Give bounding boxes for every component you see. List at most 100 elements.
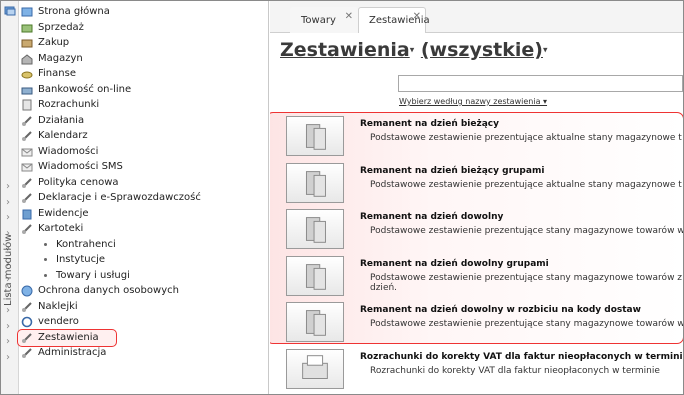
tab-bar: Towary ✕ Zestawienia ✕: [270, 1, 683, 33]
report-description: Rozrachunki do korekty VAT dla faktur ni…: [370, 365, 660, 376]
sidebar-item-ochrona-danych[interactable]: Ochrona danych osobowych: [21, 283, 267, 299]
sidebar-item-label: Magazyn: [38, 52, 83, 64]
sidebar-item-label: Ewidencje: [38, 207, 89, 219]
sidebar-item-label: Wiadomości: [38, 145, 99, 157]
sidebar-item-label: Deklaracje i e-Sprawozdawczość: [38, 192, 201, 203]
main-area: Towary ✕ Zestawienia ✕ Zestawienia▾ (wsz…: [270, 1, 683, 394]
sidebar-item-kalendarz[interactable]: Kalendarz: [21, 128, 267, 144]
sidebar-item-label: Kartoteki: [38, 223, 84, 234]
calendar-icon: [22, 131, 32, 141]
sidebar-subitem-towary[interactable]: Towary i usługi: [21, 268, 267, 284]
sidebar-item-dzialania[interactable]: Działania: [21, 113, 267, 129]
reports-icon: [22, 332, 32, 343]
list-item[interactable]: Remanent na dzień dowolny w rozbiciu na …: [270, 297, 683, 344]
report-icon: [286, 116, 344, 156]
sidebar-item-deklaracje[interactable]: Deklaracje i e-Sprawozdawczość: [21, 190, 267, 206]
sidebar-item-ewidencje[interactable]: Ewidencje: [21, 206, 267, 222]
report-title: Remanent na dzień bieżący grupami: [360, 165, 545, 176]
sidebar-item-label: Finanse: [38, 68, 76, 79]
modules-icon: [4, 6, 16, 16]
chevron-down-icon[interactable]: ▾: [543, 46, 548, 56]
sidebar-item-naklejki[interactable]: Naklejki: [21, 299, 267, 315]
module-tree: Strona główna Sprzedaż Zakup Magazyn Fin…: [17, 4, 267, 361]
close-icon[interactable]: ✕: [413, 4, 421, 30]
page-title: Zestawienia▾ (wszystkie)▾: [280, 39, 548, 61]
sidebar-item-bankowosc[interactable]: Bankowość on-line: [21, 82, 267, 98]
report-icon: [286, 209, 344, 249]
sidebar-item-label: Towary i usługi: [56, 269, 130, 281]
report-title: Rozrachunki do korekty VAT dla faktur ni…: [360, 351, 683, 362]
list-item[interactable]: Rozrachunki do korekty VAT dla faktur ni…: [270, 344, 683, 391]
pricing-icon: [22, 177, 32, 188]
close-icon[interactable]: ✕: [345, 4, 353, 30]
stickers-icon: [22, 301, 32, 312]
sidebar-item-zestawienia[interactable]: Zestawienia: [17, 328, 267, 347]
bank-icon: [21, 87, 33, 94]
sidebar-item-sprzedaz[interactable]: Sprzedaż: [21, 20, 267, 36]
vendero-icon: [21, 316, 33, 328]
sidebar-item-label: Kontrahenci: [56, 238, 116, 250]
sidebar-item-rozrachunki[interactable]: Rozrachunki: [21, 97, 267, 113]
admin-icon: [22, 348, 32, 358]
sidebar-item-label: Sprzedaż: [38, 21, 84, 33]
report-title: Remanent na dzień bieżący: [360, 119, 500, 129]
sidebar-item-wiadomosci[interactable]: Wiadomości: [21, 144, 267, 160]
report-icon: [286, 302, 344, 342]
report-description: Podstawowe zestawienie prezentujące aktu…: [370, 133, 682, 143]
sidebar-item-label: Ochrona danych osobowych: [38, 285, 179, 296]
sidebar-item-zakup[interactable]: Zakup: [21, 35, 267, 51]
warehouse-icon: [21, 53, 33, 64]
sales-icon: [21, 24, 33, 32]
report-list: Remanent na dzień bieżący Podstawowe zes…: [270, 111, 683, 390]
list-item[interactable]: Remanent na dzień bieżący Podstawowe zes…: [270, 111, 683, 158]
sidebar-item-wiadomosci-sms[interactable]: Wiadomości SMS: [21, 159, 267, 175]
module-sidebar: › › › › › › › › › › › › Lista modułów Strona główna…: [1, 1, 269, 394]
report-icon: [286, 255, 344, 296]
printer-icon: [286, 348, 344, 389]
search-input[interactable]: [398, 75, 683, 92]
sidebar-item-label: Działania: [38, 114, 85, 126]
sidebar-item-label: Zestawienia: [38, 331, 99, 343]
sidebar-item-label: Instytucje: [56, 254, 106, 265]
bullet-icon: [44, 258, 47, 261]
report-description: Podstawowe zestawienie prezentujące aktu…: [370, 179, 682, 190]
privacy-icon: [21, 285, 33, 297]
sidebar-subitem-kontrahenci[interactable]: Kontrahenci: [21, 237, 267, 253]
report-description: Podstawowe zestawienie prezentujące stan…: [370, 319, 683, 329]
sidebar-item-kartoteki[interactable]: Kartoteki: [21, 221, 267, 237]
title-dropdown[interactable]: Zestawienia: [280, 39, 410, 61]
list-item[interactable]: Remanent na dzień dowolny grupami Podsta…: [270, 251, 683, 298]
activities-icon: [22, 115, 32, 126]
sidebar-item-vendero[interactable]: vendero: [21, 314, 267, 330]
tab-towary[interactable]: Towary ✕: [290, 7, 358, 33]
sidebar-item-label: Wiadomości SMS: [38, 161, 123, 172]
list-item[interactable]: Remanent na dzień dowolny Podstawowe zes…: [270, 204, 683, 251]
settlements-icon: [22, 99, 32, 111]
report-title: Remanent na dzień dowolny grupami: [360, 258, 549, 269]
sidebar-item-strona-glowna[interactable]: Strona główna: [21, 4, 267, 20]
finance-icon: [21, 71, 33, 79]
search-mode-dropdown[interactable]: Wybierz według nazwy zestawienia ▾: [399, 97, 547, 106]
sidebar-item-label: Rozrachunki: [38, 99, 100, 110]
purchase-icon: [21, 39, 33, 48]
sidebar-item-label: Naklejki: [38, 300, 78, 312]
list-item[interactable]: Remanent na dzień bieżący grupami Podsta…: [270, 158, 683, 205]
report-description: Podstawowe zestawienie prezentujące stan…: [370, 272, 683, 293]
sidebar-item-administracja[interactable]: Administracja: [21, 345, 267, 361]
sidebar-subitem-instytucje[interactable]: Instytucje: [21, 252, 267, 268]
report-icon: [286, 162, 344, 203]
tab-zestawienia[interactable]: Zestawienia ✕: [358, 4, 430, 33]
tab-label: Towary: [301, 15, 336, 26]
bullet-icon: [44, 242, 47, 246]
module-list-label: Lista modułów: [3, 233, 14, 306]
sidebar-item-label: Bankowość on-line: [38, 83, 132, 95]
report-title: Remanent na dzień dowolny w rozbiciu na …: [360, 305, 641, 315]
filter-dropdown[interactable]: (wszystkie): [421, 39, 543, 61]
sidebar-item-magazyn[interactable]: Magazyn: [21, 51, 267, 67]
home-icon: [21, 7, 33, 17]
messages-icon: [21, 148, 33, 156]
sidebar-item-finanse[interactable]: Finanse: [21, 66, 267, 82]
chevron-down-icon[interactable]: ▾: [410, 46, 415, 56]
sidebar-item-polityka-cenowa[interactable]: Polityka cenowa: [21, 175, 267, 191]
sidebar-item-label: Zakup: [38, 37, 70, 48]
